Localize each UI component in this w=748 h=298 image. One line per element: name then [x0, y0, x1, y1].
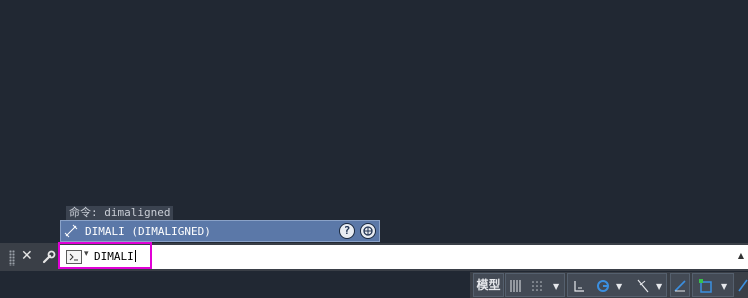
isodraft-dropdown-icon[interactable]: ▼	[656, 282, 662, 291]
isodraft-icon[interactable]	[636, 279, 650, 293]
ortho-icon[interactable]	[573, 280, 585, 292]
grid-icon[interactable]	[509, 280, 521, 292]
wrench-icon[interactable]	[41, 249, 57, 265]
command-history-line: 命令: dimaligned	[66, 206, 174, 220]
osnap-group: ▼	[692, 273, 734, 297]
osnap-dropdown-icon[interactable]: ▼	[721, 282, 727, 291]
close-icon[interactable]: ✕	[21, 248, 33, 264]
grid-snap-group: ▼	[505, 273, 565, 297]
dimaligned-icon	[64, 224, 78, 238]
snap-dropdown-icon[interactable]: ▼	[553, 282, 559, 291]
drag-grip[interactable]	[9, 250, 15, 266]
dynamic-ucs-button[interactable]	[670, 273, 690, 297]
autocomplete-suggestion[interactable]: DIMALI (DIMALIGNED) ?	[60, 220, 380, 242]
suggestion-label: DIMALI (DIMALIGNED)	[85, 225, 211, 238]
globe-search-icon[interactable]	[360, 223, 376, 239]
osnap-icon[interactable]	[699, 279, 713, 293]
command-input-area[interactable]: ▾ DIMALI ▲	[58, 245, 748, 269]
snap-icon[interactable]	[531, 280, 543, 292]
drafting-group: ▼ ▼	[567, 273, 667, 297]
question-icon[interactable]: ?	[339, 223, 355, 239]
status-bar: 模型 ▼ ▼ ▼ ▼	[470, 272, 748, 298]
model-tab[interactable]: 模型	[473, 273, 504, 297]
input-highlight-box	[58, 242, 152, 269]
polar-tracking-icon[interactable]	[596, 279, 610, 293]
annotation-arrow-icon[interactable]	[738, 278, 748, 292]
polar-dropdown-icon[interactable]: ▼	[616, 282, 622, 291]
dynamic-ucs-icon	[674, 280, 686, 292]
scroll-up-icon[interactable]: ▲	[738, 251, 744, 260]
